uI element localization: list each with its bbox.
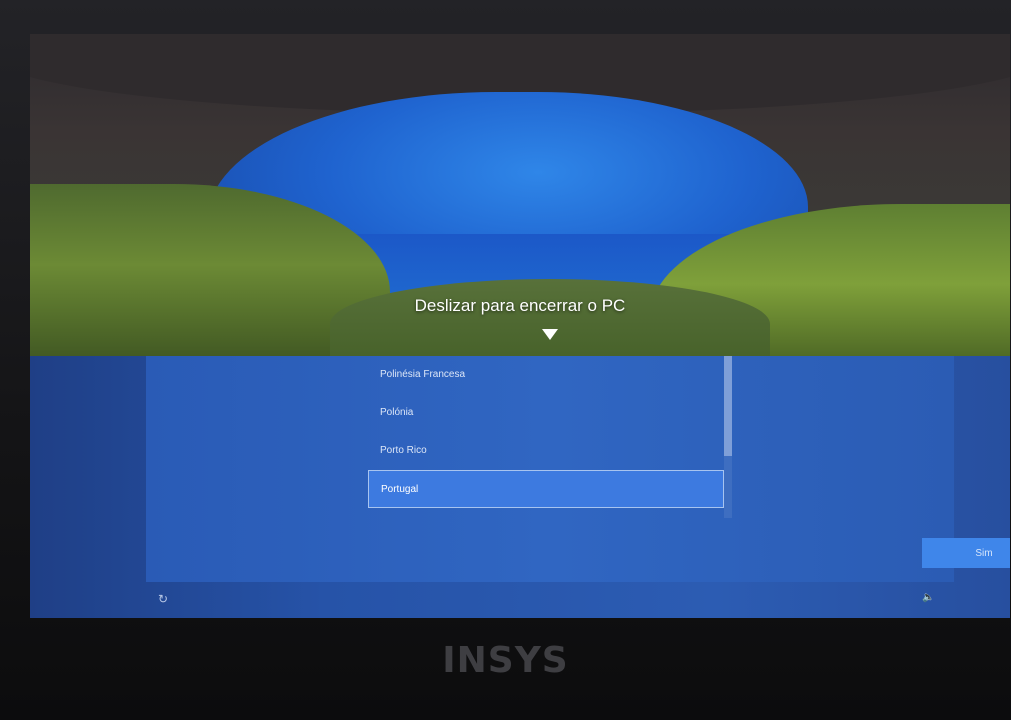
arrow-down-icon (542, 329, 558, 340)
screen: Deslizar para encerrar o PC Polinésia Fr… (30, 34, 1010, 618)
setup-panel: Polinésia Francesa Polónia Porto Rico Po… (30, 356, 1010, 618)
scrollbar-thumb[interactable] (724, 356, 732, 456)
region-list[interactable]: Polinésia Francesa Polónia Porto Rico Po… (368, 356, 724, 518)
ease-of-access-icon[interactable]: ↻ (158, 592, 168, 606)
region-dialog: Polinésia Francesa Polónia Porto Rico Po… (146, 356, 1010, 582)
list-item[interactable]: Porto Rico (368, 432, 724, 470)
list-item-selected[interactable]: Portugal (368, 470, 724, 508)
list-item[interactable]: Polónia (368, 394, 724, 432)
list-item[interactable]: Polinésia Francesa (368, 356, 724, 394)
volume-icon[interactable]: 🔈 (922, 592, 934, 603)
brand-logo: INSYS (442, 640, 569, 681)
slide-to-shutdown-text: Deslizar para encerrar o PC (414, 296, 626, 315)
yes-button[interactable]: Sim (922, 538, 1010, 568)
slide-to-shutdown-image[interactable]: Deslizar para encerrar o PC (30, 34, 1010, 356)
